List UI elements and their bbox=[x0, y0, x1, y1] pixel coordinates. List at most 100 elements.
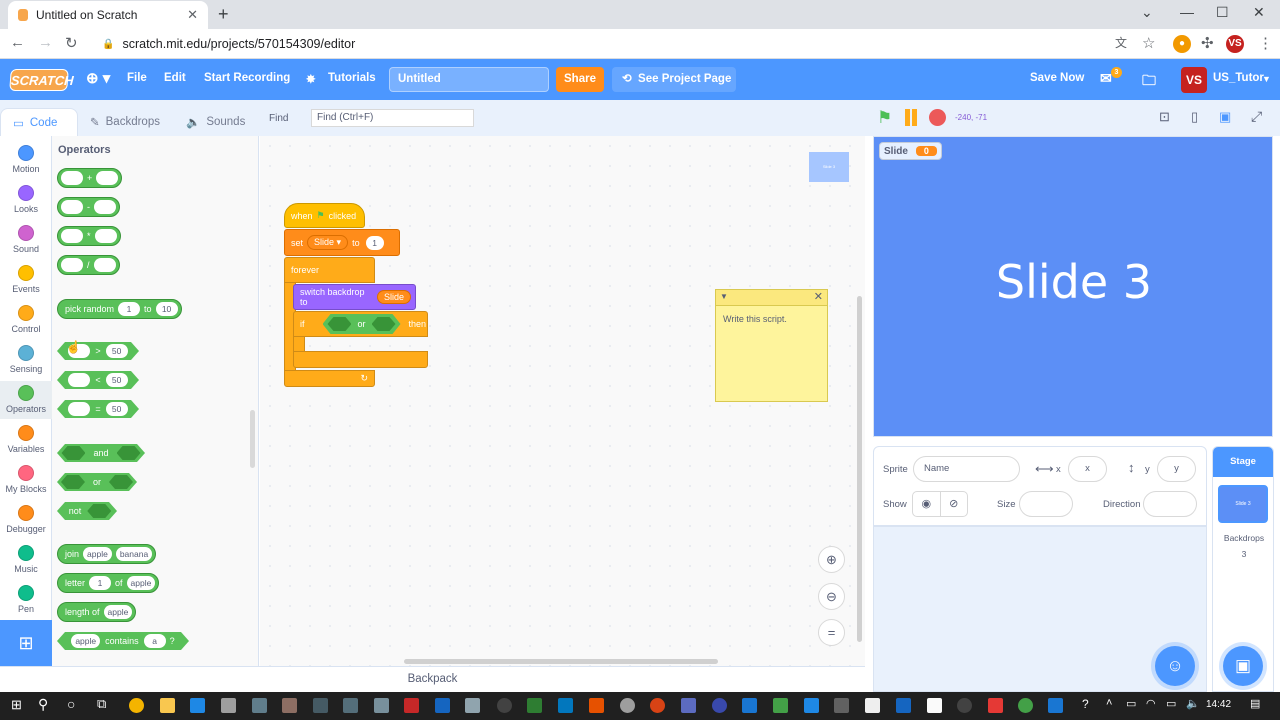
add-left-input[interactable] bbox=[61, 171, 83, 185]
join-block[interactable]: join apple banana bbox=[57, 544, 157, 564]
tray-chevron-up-icon[interactable]: ˄ bbox=[1106, 697, 1112, 709]
less-than-block[interactable]: <50 bbox=[57, 371, 139, 389]
category-pen[interactable]: Pen bbox=[0, 581, 52, 619]
add-block[interactable]: + bbox=[57, 168, 123, 188]
find-input[interactable]: Find (Ctrl+F) bbox=[311, 109, 474, 127]
edit-menu[interactable]: Edit bbox=[164, 72, 186, 84]
close-window-icon[interactable]: ✕ bbox=[1253, 4, 1265, 21]
app-icon-18[interactable] bbox=[834, 698, 849, 713]
share-button[interactable]: Share bbox=[556, 67, 604, 92]
cortana-icon[interactable]: ○ bbox=[67, 696, 75, 712]
forever-block[interactable]: forever bbox=[284, 257, 375, 283]
app-icon-14[interactable] bbox=[712, 698, 727, 713]
app-icon-8[interactable] bbox=[435, 698, 450, 713]
tab-backdrops[interactable]: ✎ Backdrops bbox=[78, 108, 172, 136]
and-left-slot[interactable] bbox=[61, 446, 85, 460]
letter-of-block[interactable]: letter 1 of apple bbox=[57, 573, 160, 593]
app-icon-25[interactable] bbox=[1048, 698, 1063, 713]
profile-avatar[interactable]: VS bbox=[1226, 35, 1244, 53]
app-icon-24[interactable] bbox=[1018, 698, 1033, 713]
x-input[interactable]: x bbox=[1068, 456, 1107, 482]
stop-icon[interactable] bbox=[929, 109, 946, 126]
backdrop-variable-reporter[interactable]: Slide bbox=[376, 290, 411, 304]
app-icon-11[interactable] bbox=[589, 698, 604, 713]
help-icon[interactable]: ? bbox=[1082, 697, 1089, 711]
mail-icon[interactable] bbox=[558, 698, 573, 713]
tab-code[interactable]: ▭ Code bbox=[0, 108, 78, 136]
translate-icon[interactable]: 文 bbox=[1115, 34, 1127, 51]
lt-right-input[interactable]: 50 bbox=[106, 373, 128, 387]
or-left-slot[interactable] bbox=[61, 475, 85, 489]
choose-sprite-icon[interactable]: ☺ bbox=[1155, 646, 1195, 686]
battery-icon[interactable]: ▭ bbox=[1166, 697, 1176, 710]
div-right-input[interactable] bbox=[93, 258, 116, 272]
letter-string-input[interactable]: apple bbox=[126, 576, 156, 590]
task-view-icon[interactable]: ⧉ bbox=[97, 696, 106, 712]
language-globe-icon[interactable]: ⊕ ▾ bbox=[86, 69, 110, 87]
extension-icon[interactable]: ● bbox=[1173, 35, 1191, 53]
or-right-slot[interactable] bbox=[109, 475, 133, 489]
app-icon-4[interactable] bbox=[313, 698, 328, 713]
app-icon-2[interactable] bbox=[252, 698, 267, 713]
browser-menu-icon[interactable]: ⋮ bbox=[1258, 34, 1273, 52]
app-icon-13[interactable] bbox=[681, 698, 696, 713]
and-right-slot[interactable] bbox=[117, 446, 141, 460]
tutorials-icon[interactable]: ✸ bbox=[306, 72, 316, 86]
stage-thumbnail[interactable]: Slide 3 bbox=[1218, 485, 1268, 523]
tutorials-menu[interactable]: Tutorials bbox=[328, 72, 376, 84]
app-icon-19[interactable] bbox=[865, 698, 880, 713]
app-icon-21[interactable] bbox=[927, 698, 942, 713]
url-field[interactable]: 🔒 scratch.mit.edu/projects/570154309/edi… bbox=[92, 32, 1142, 56]
y-input[interactable]: y bbox=[1157, 456, 1196, 482]
length-input[interactable]: apple bbox=[103, 605, 133, 619]
powerpoint-icon[interactable] bbox=[650, 698, 665, 713]
multiply-block[interactable]: * bbox=[57, 226, 121, 246]
or-cond-left-slot[interactable] bbox=[327, 317, 351, 331]
file-menu[interactable]: File bbox=[127, 72, 147, 84]
chrome-icon[interactable] bbox=[129, 698, 144, 713]
pause-icon[interactable] bbox=[903, 109, 919, 126]
new-tab-icon[interactable]: + bbox=[218, 4, 229, 25]
app-icon-23[interactable] bbox=[988, 698, 1003, 713]
switch-backdrop-block[interactable]: switch backdrop to Slide bbox=[293, 284, 416, 310]
add-extension-button[interactable]: ⊞ bbox=[0, 620, 52, 666]
eq-left-input[interactable] bbox=[68, 402, 90, 416]
back-icon[interactable]: ← bbox=[10, 34, 25, 51]
app-icon-7[interactable] bbox=[404, 698, 419, 713]
category-control[interactable]: Control bbox=[0, 301, 52, 339]
choose-backdrop-icon[interactable]: ▣ bbox=[1223, 646, 1263, 686]
letter-index-input[interactable]: 1 bbox=[89, 576, 112, 590]
lt-left-input[interactable] bbox=[68, 373, 90, 387]
category-music[interactable]: Music bbox=[0, 541, 52, 579]
windows-start-icon[interactable]: ⊞ bbox=[11, 697, 22, 713]
start-recording-menu[interactable]: Start Recording bbox=[204, 72, 290, 84]
join-first-input[interactable]: apple bbox=[83, 547, 112, 561]
category-sound[interactable]: Sound bbox=[0, 221, 52, 259]
show-eye-icon[interactable]: ◉ bbox=[913, 492, 941, 516]
divide-block[interactable]: / bbox=[57, 255, 120, 275]
note-close-icon[interactable]: ✕ bbox=[814, 290, 823, 303]
eq-right-input[interactable]: 50 bbox=[106, 402, 128, 416]
app-icon-9[interactable] bbox=[465, 698, 480, 713]
note-collapse-icon[interactable]: ▼ bbox=[720, 292, 728, 301]
app-icon-1[interactable] bbox=[190, 698, 205, 713]
zoom-out-icon[interactable]: ⊖ bbox=[818, 583, 845, 610]
user-avatar[interactable]: VS bbox=[1181, 67, 1207, 93]
category-operators[interactable]: Operators bbox=[0, 381, 52, 419]
note-header[interactable]: ▼ ✕ bbox=[716, 290, 827, 306]
length-of-block[interactable]: length of apple bbox=[57, 602, 137, 622]
comment-note[interactable]: ▼ ✕ Write this script. bbox=[715, 289, 828, 402]
stage-canvas[interactable]: Slide 0 Slide 3 bbox=[873, 136, 1273, 437]
workspace-vertical-scrollbar[interactable] bbox=[857, 296, 862, 642]
category-sensing[interactable]: Sensing bbox=[0, 341, 52, 379]
wifi-icon[interactable]: ◠ bbox=[1146, 697, 1156, 710]
rand-from-input[interactable]: 1 bbox=[118, 302, 141, 316]
my-stuff-folder-icon[interactable]: 🗀 bbox=[1142, 70, 1156, 94]
app-icon-5[interactable] bbox=[343, 698, 358, 713]
add-right-input[interactable] bbox=[96, 171, 119, 185]
messages-icon[interactable]: ✉ bbox=[1100, 70, 1112, 87]
app-icon-15[interactable] bbox=[742, 698, 757, 713]
set-variable-block[interactable]: set Slide ▾ to 1 bbox=[284, 229, 400, 256]
contains-block[interactable]: apple contains a? bbox=[57, 632, 189, 650]
join-second-input[interactable]: banana bbox=[115, 547, 153, 561]
